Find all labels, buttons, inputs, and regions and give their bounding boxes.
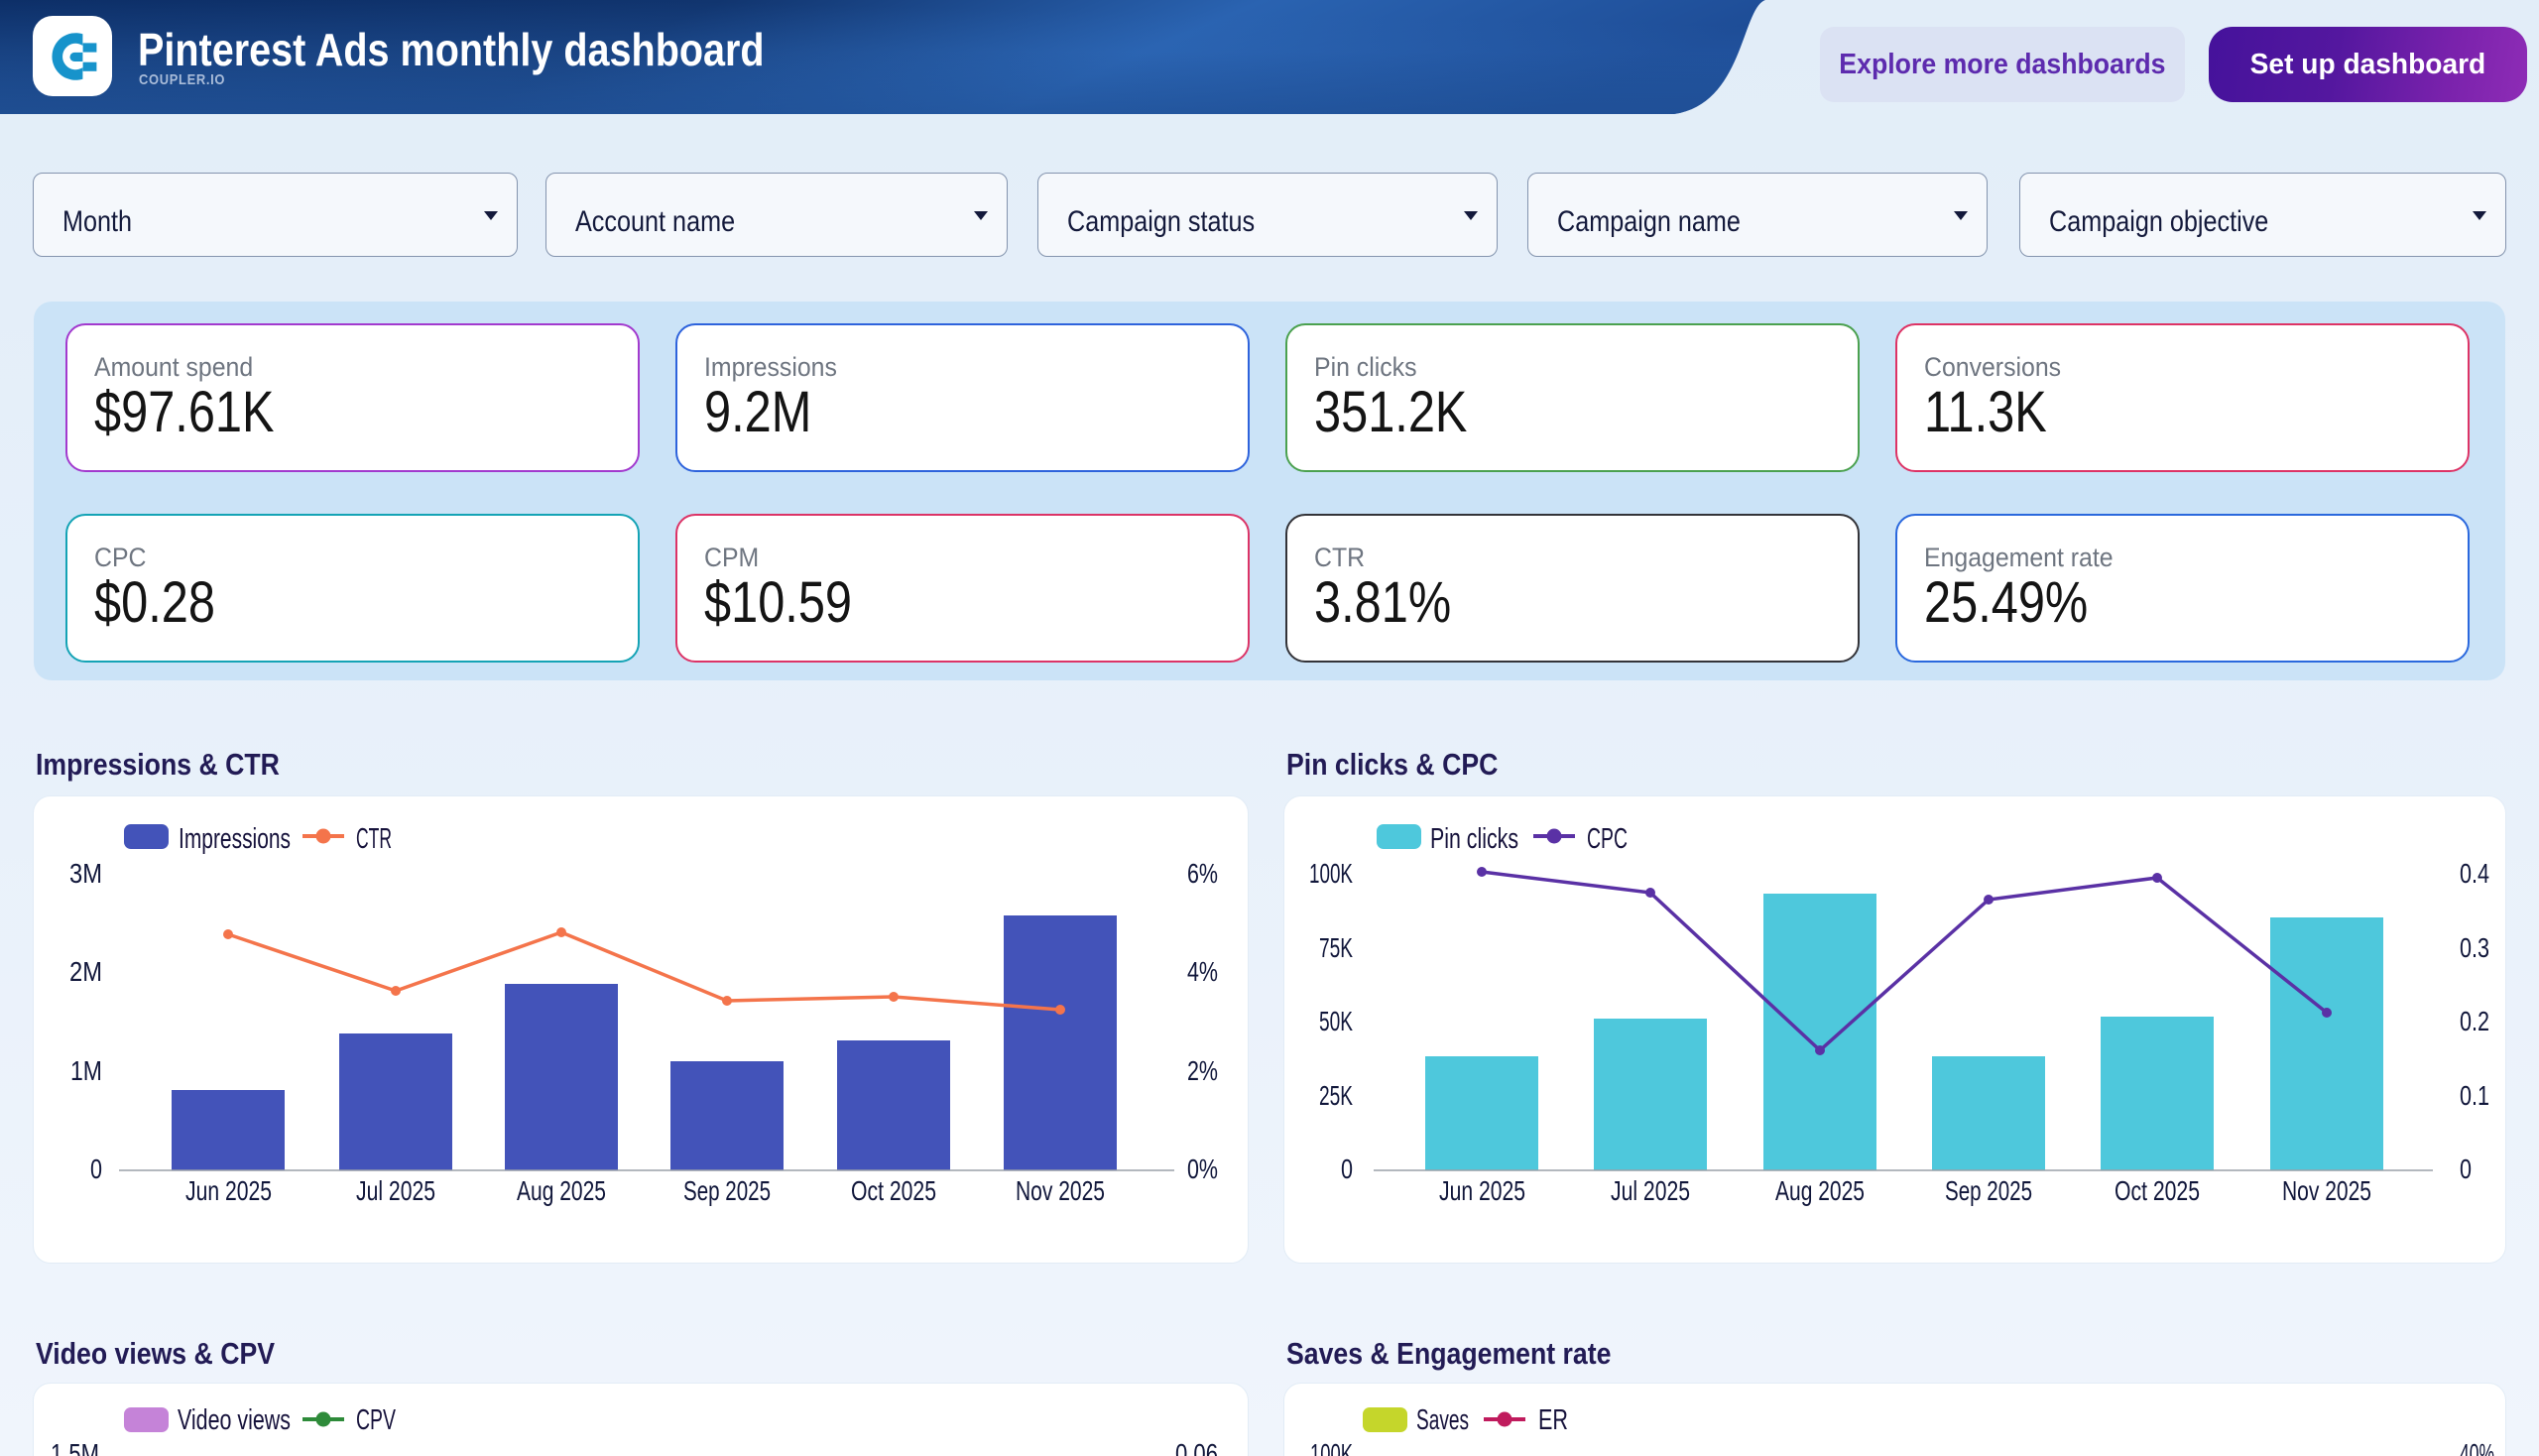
svg-text:75K: 75K [1319, 932, 1353, 963]
svg-text:1M: 1M [70, 1055, 102, 1086]
svg-text:Jun 2025: Jun 2025 [1439, 1175, 1525, 1206]
svg-text:Jul 2025: Jul 2025 [1611, 1175, 1690, 1206]
svg-text:Oct 2025: Oct 2025 [851, 1175, 936, 1206]
svg-text:Sep 2025: Sep 2025 [1945, 1175, 2032, 1206]
svg-text:Oct 2025: Oct 2025 [2115, 1175, 2200, 1206]
svg-text:40%: 40% [2460, 1438, 2494, 1456]
svg-text:Saves: Saves [1416, 1404, 1469, 1436]
svg-text:2%: 2% [1187, 1055, 1218, 1086]
svg-text:Aug 2025: Aug 2025 [1775, 1175, 1865, 1206]
svg-text:Nov 2025: Nov 2025 [1016, 1175, 1105, 1206]
svg-text:0: 0 [1341, 1153, 1353, 1184]
svg-text:Aug 2025: Aug 2025 [517, 1175, 606, 1206]
svg-text:0.2: 0.2 [2460, 1006, 2489, 1036]
svg-text:Jul 2025: Jul 2025 [356, 1175, 435, 1206]
svg-text:0%: 0% [1187, 1153, 1218, 1184]
svg-text:6%: 6% [1187, 858, 1218, 889]
svg-text:ER: ER [1538, 1404, 1568, 1436]
svg-text:25K: 25K [1319, 1080, 1353, 1111]
svg-text:0.06: 0.06 [1175, 1438, 1218, 1456]
svg-text:CTR: CTR [356, 823, 392, 855]
svg-text:0.4: 0.4 [2460, 858, 2489, 889]
svg-text:0.3: 0.3 [2460, 932, 2489, 963]
svg-text:0.1: 0.1 [2460, 1080, 2489, 1111]
svg-text:100K: 100K [1310, 1438, 1353, 1456]
svg-text:1.5M: 1.5M [51, 1438, 99, 1456]
svg-text:Jun 2025: Jun 2025 [185, 1175, 272, 1206]
svg-text:4%: 4% [1187, 956, 1218, 987]
svg-text:Pin clicks: Pin clicks [1430, 823, 1518, 855]
svg-text:50K: 50K [1319, 1006, 1353, 1036]
svg-text:CPV: CPV [356, 1404, 396, 1436]
svg-text:Nov 2025: Nov 2025 [2282, 1175, 2371, 1206]
svg-text:Sep 2025: Sep 2025 [683, 1175, 771, 1206]
svg-text:100K: 100K [1309, 858, 1353, 889]
svg-text:Impressions: Impressions [179, 823, 291, 855]
svg-text:2M: 2M [69, 956, 102, 987]
svg-text:Video views: Video views [178, 1404, 291, 1436]
svg-text:CPC: CPC [1587, 823, 1628, 855]
svg-text:0: 0 [2460, 1153, 2472, 1184]
svg-text:3M: 3M [69, 858, 102, 889]
svg-text:0: 0 [90, 1153, 102, 1184]
